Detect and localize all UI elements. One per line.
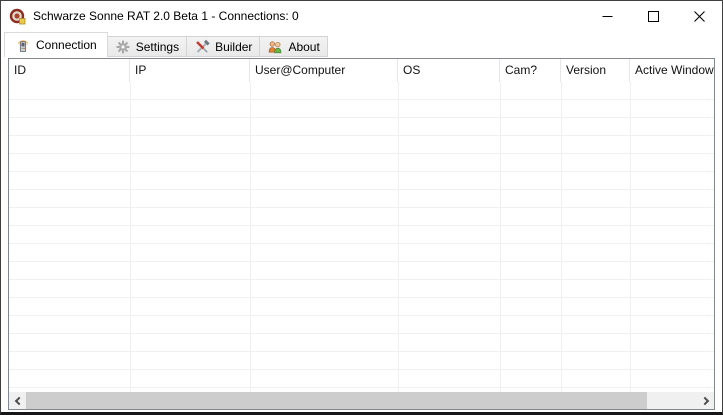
- tab-label: About: [288, 40, 319, 54]
- tab-about[interactable]: About: [260, 36, 327, 57]
- titlebar[interactable]: Schwarze Sonne RAT 2.0 Beta 1 - Connecti…: [1, 1, 722, 31]
- tab-label: Settings: [136, 40, 179, 54]
- tab-connection[interactable]: Connection: [4, 32, 108, 57]
- tab-label: Builder: [215, 40, 252, 54]
- gear-icon: [115, 39, 131, 55]
- column-header-user-computer[interactable]: User@Computer: [250, 59, 398, 82]
- column-header-os[interactable]: OS: [398, 59, 500, 82]
- remote-computer-icon: [15, 37, 31, 53]
- window-title: Schwarze Sonne RAT 2.0 Beta 1 - Connecti…: [33, 9, 299, 23]
- column-header-ip[interactable]: IP: [130, 59, 250, 82]
- maximize-icon: [648, 11, 659, 22]
- tab-builder[interactable]: Builder: [187, 36, 260, 57]
- tab-bar: Connection Settings: [1, 31, 722, 57]
- grid-vline: [130, 82, 131, 392]
- caption-buttons: [584, 1, 722, 31]
- close-button[interactable]: [676, 1, 722, 31]
- tab-settings[interactable]: Settings: [108, 36, 187, 57]
- horizontal-scrollbar[interactable]: [9, 392, 714, 409]
- column-header-cam[interactable]: Cam?: [500, 59, 561, 82]
- list-body[interactable]: [9, 82, 714, 392]
- maximize-button[interactable]: [630, 1, 676, 31]
- grid-vline: [630, 82, 631, 392]
- tools-icon: [194, 39, 210, 55]
- app-logo-icon: [9, 8, 26, 25]
- column-header-active-window[interactable]: Active Window: [630, 59, 714, 82]
- app-window: Schwarze Sonne RAT 2.0 Beta 1 - Connecti…: [0, 0, 723, 415]
- column-header-version[interactable]: Version: [561, 59, 630, 82]
- chevron-right-icon: [700, 396, 708, 404]
- minimize-icon: [602, 11, 613, 22]
- close-icon: [694, 11, 705, 22]
- tab-label: Connection: [36, 38, 97, 52]
- column-header-id[interactable]: ID: [9, 59, 130, 82]
- chevron-left-icon: [14, 396, 22, 404]
- list-header: ID IP User@Computer OS Cam? Version Acti…: [9, 59, 714, 82]
- scrollbar-track[interactable]: [647, 392, 697, 409]
- grid-vline: [398, 82, 399, 392]
- grid-vline: [500, 82, 501, 392]
- users-icon: [267, 39, 283, 55]
- scroll-left-button[interactable]: [9, 392, 26, 409]
- scrollbar-thumb[interactable]: [26, 392, 647, 409]
- connections-list: ID IP User@Computer OS Cam? Version Acti…: [8, 58, 715, 410]
- minimize-button[interactable]: [584, 1, 630, 31]
- scroll-right-button[interactable]: [697, 392, 714, 409]
- grid-vline: [250, 82, 251, 392]
- grid-vline: [561, 82, 562, 392]
